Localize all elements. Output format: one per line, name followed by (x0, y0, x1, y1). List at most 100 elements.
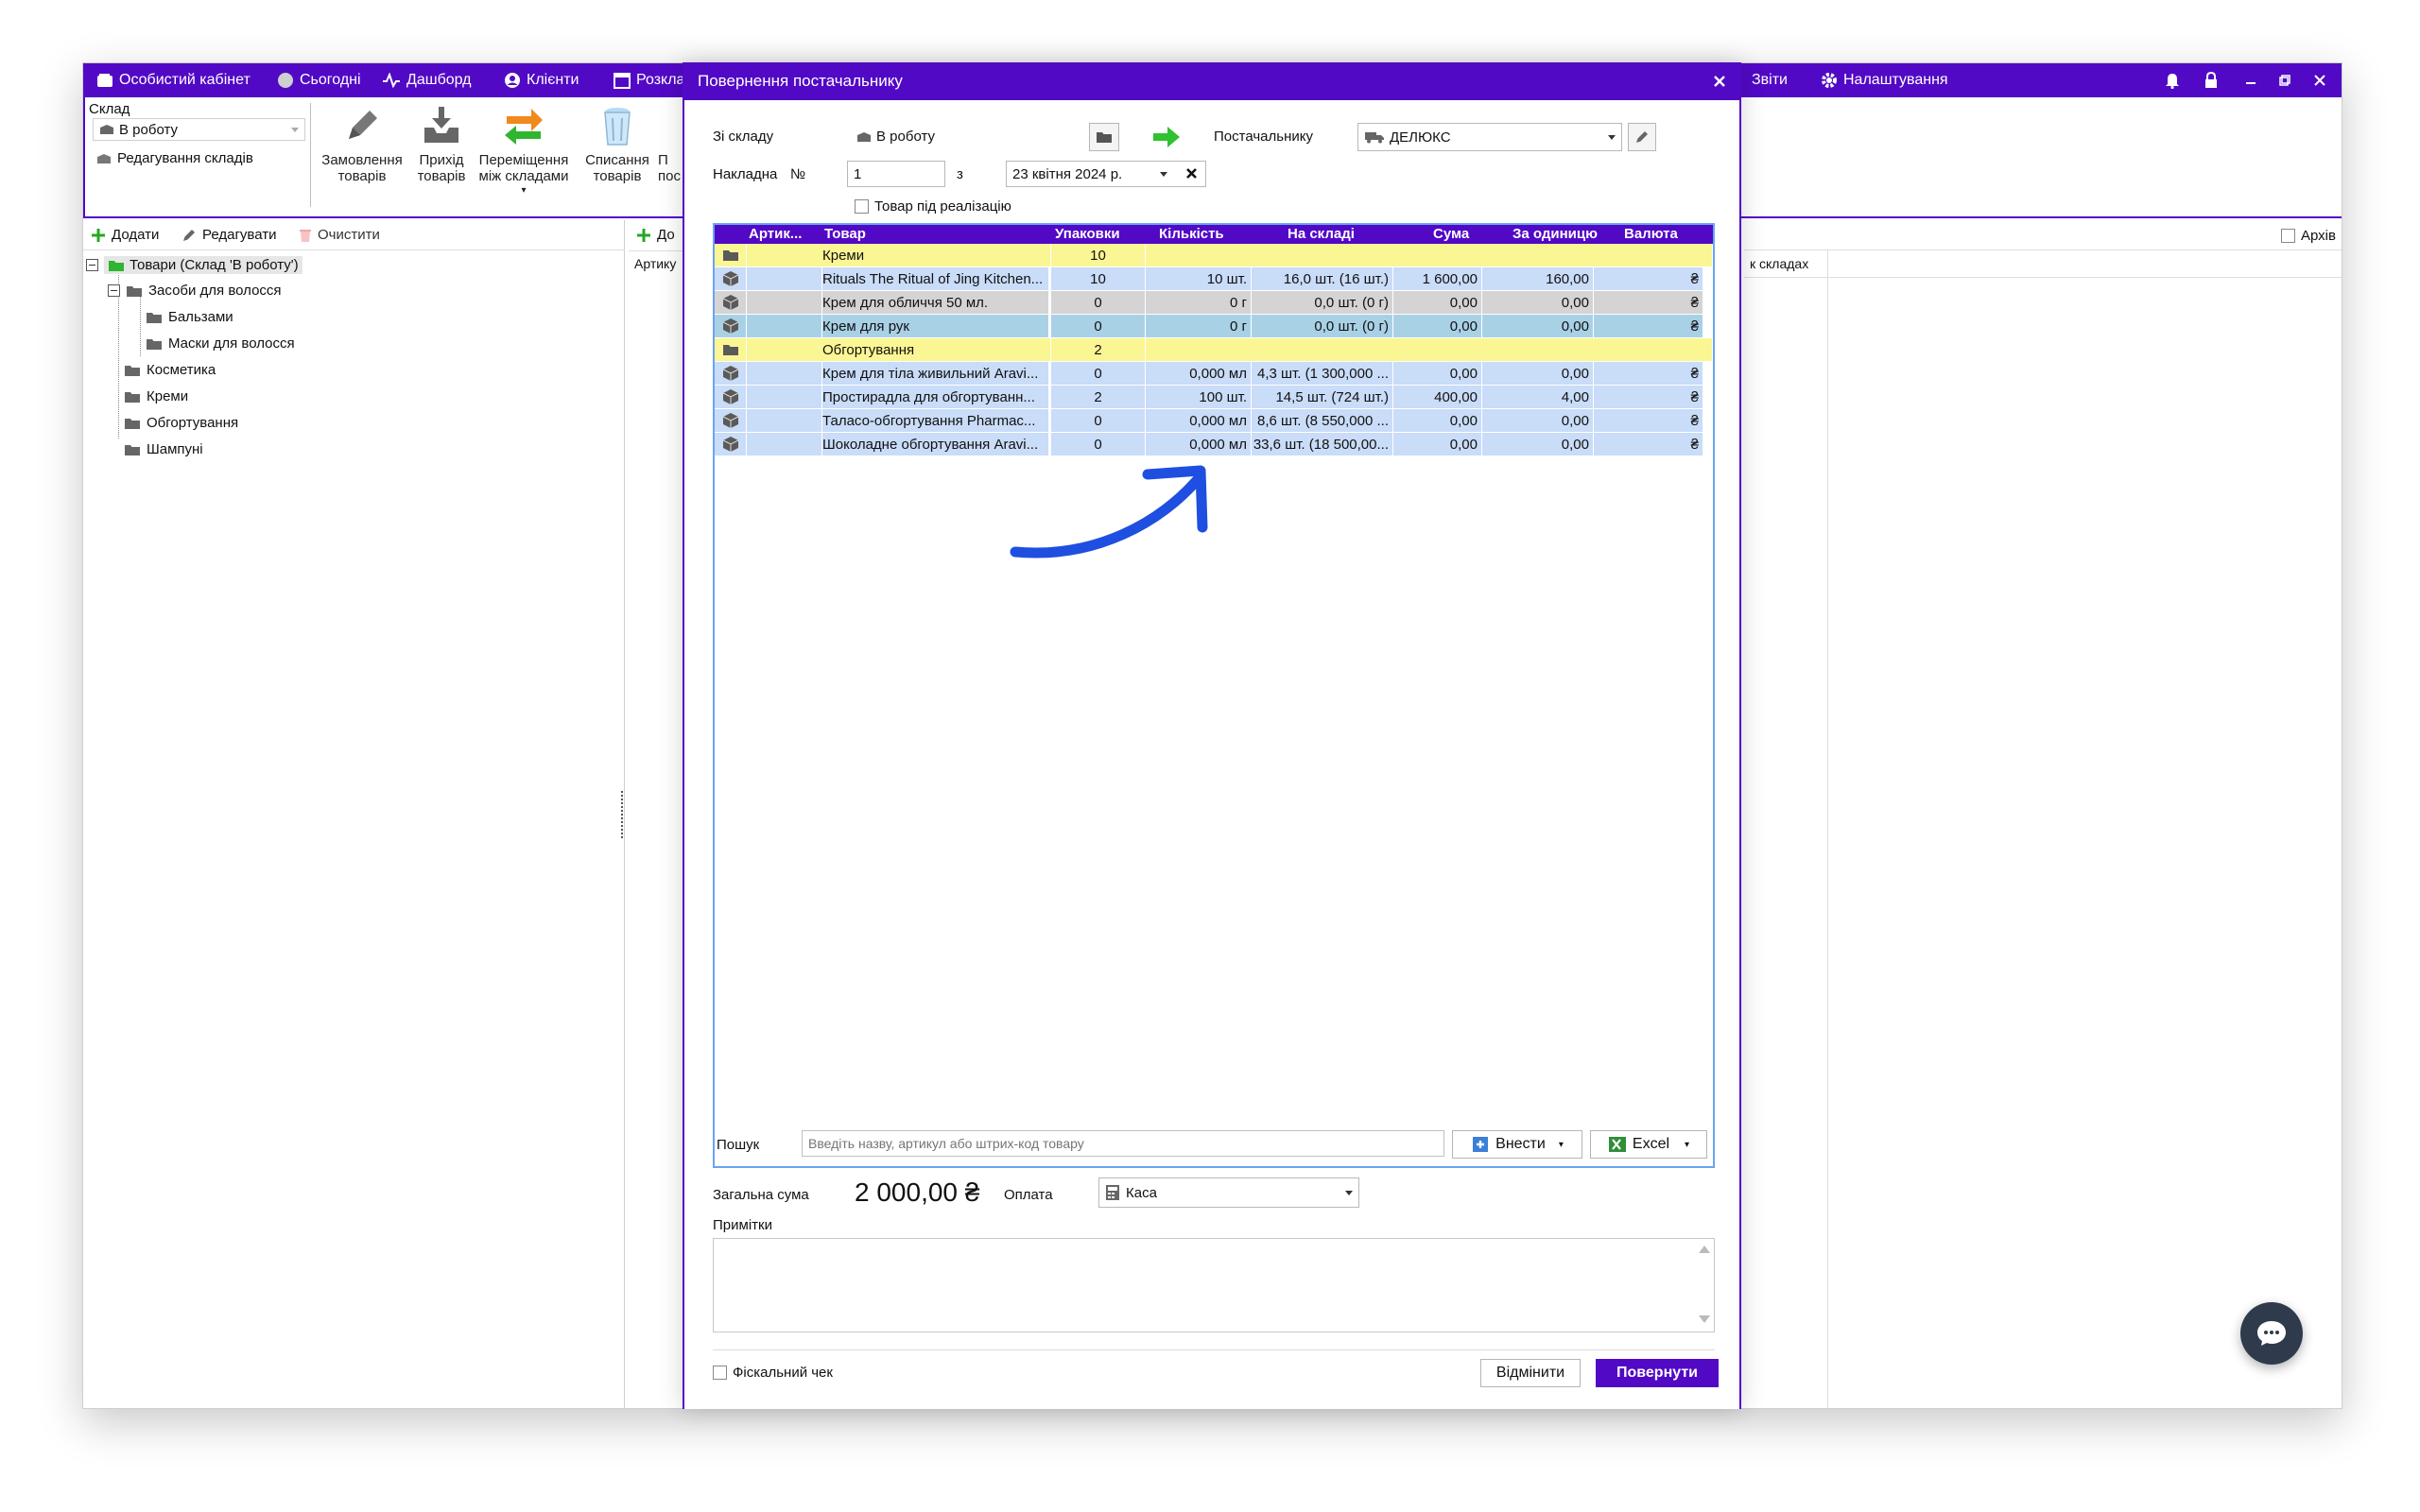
menu-schedule[interactable]: Розкла (614, 63, 684, 97)
menu-reports[interactable]: Звіти (1752, 63, 1788, 97)
cell-in-stock: 33,6 шт. (18 500,00... (1252, 433, 1393, 456)
invoice-date-picker[interactable]: 23 квітня 2024 р. (1006, 161, 1206, 187)
collapse-toggle[interactable] (108, 284, 120, 297)
tree-node-root[interactable]: Товари (Склад 'В роботу') (86, 256, 302, 274)
lock-button[interactable] (2197, 63, 2225, 97)
folder-icon (127, 285, 142, 297)
restore-icon (2279, 75, 2290, 86)
col-in-stock[interactable]: На складі (1288, 225, 1382, 244)
col-currency[interactable]: Валюта (1624, 225, 1700, 244)
clear-button[interactable]: Очистити (299, 227, 380, 243)
chat-button[interactable] (2240, 1302, 2303, 1365)
supplier-select[interactable]: ДЕЛЮКС (1357, 123, 1622, 151)
invoice-number-input[interactable]: 1 (847, 161, 945, 187)
table-row[interactable]: Крем для обличчя 50 мл. 0 0 г 0,0 шт. (0 г)… (715, 291, 1713, 315)
goods-receipt-button[interactable]: Прихід товарів (408, 103, 475, 184)
table-row[interactable]: Rituals The Ritual of Jing Kitchen... 10 1… (715, 267, 1713, 291)
cell-unit-price: 0,00 (1482, 409, 1594, 433)
cell-packs: 0 (1051, 362, 1146, 386)
edit-supplier-button[interactable] (1628, 123, 1656, 151)
menu-personal-cabinet[interactable]: Особистий кабінет (96, 63, 251, 97)
col-sum[interactable]: Сума (1433, 225, 1490, 244)
clear-date-button[interactable] (1185, 167, 1198, 180)
add-product-button[interactable]: До (636, 227, 675, 243)
folder-icon (147, 338, 162, 350)
notes-scrollbar[interactable] (1696, 1240, 1713, 1331)
cell-article (747, 386, 822, 409)
import-button[interactable]: Внести ▾ (1452, 1130, 1582, 1159)
cell-unit-price: 4,00 (1482, 386, 1594, 409)
cell-article (747, 409, 822, 433)
order-goods-button[interactable]: Замовлення товарів (314, 103, 410, 184)
calculator-icon (1106, 1185, 1119, 1200)
menu-settings[interactable]: Налаштування (1821, 63, 1948, 97)
trash-icon (604, 108, 631, 146)
cell-unit-price: 160,00 (1482, 267, 1594, 291)
notes-textarea[interactable] (713, 1238, 1715, 1332)
close-app-button[interactable] (2306, 63, 2334, 97)
write-off-goods-button[interactable]: Списання товарів (575, 103, 660, 184)
panel-splitter[interactable] (621, 791, 625, 838)
col-product[interactable]: Товар (824, 225, 957, 244)
category-row[interactable]: Креми 10 (715, 244, 1713, 267)
row-icon (715, 338, 747, 362)
tree-node-shampoos[interactable]: Шампуні (124, 441, 203, 457)
warehouse-select[interactable]: В роботу (93, 118, 305, 141)
col-packs[interactable]: Упаковки (1055, 225, 1138, 244)
row-icon (715, 291, 747, 315)
transfer-between-warehouses-button[interactable]: Переміщення між складами ▾ (471, 103, 577, 198)
cell-sum: 400,00 (1393, 386, 1482, 409)
box-icon (722, 389, 739, 404)
notifications-button[interactable] (2158, 63, 2187, 97)
tree-node-creams[interactable]: Креми (124, 388, 188, 404)
category-packs: 2 (1051, 338, 1146, 362)
col-quantity[interactable]: Кількість (1159, 225, 1244, 244)
box-icon (722, 318, 739, 334)
return-to-supplier-ribbon-button[interactable]: П пос (658, 103, 681, 184)
cell-unit-price: 0,00 (1482, 315, 1594, 338)
menu-clients[interactable]: Клієнти (504, 63, 579, 97)
col-article[interactable]: Артик... (749, 225, 817, 244)
menu-dashboard[interactable]: Дашборд (382, 63, 472, 97)
return-button[interactable]: Повернути (1596, 1359, 1719, 1387)
tree-node-cosmetics[interactable]: Косметика (124, 362, 216, 378)
close-icon (2314, 75, 2325, 86)
archive-checkbox[interactable]: Архів (2281, 228, 2336, 244)
consignment-checkbox[interactable]: Товар під реалізацію (855, 198, 1011, 215)
menu-today[interactable]: Сьогодні (277, 63, 361, 97)
edit-warehouses-link[interactable]: Редагування складів (96, 150, 253, 166)
collapse-toggle[interactable] (86, 259, 98, 271)
cell-sum: 0,00 (1393, 291, 1482, 315)
add-category-button[interactable]: Додати (91, 227, 159, 243)
category-row[interactable]: Обгортування 2 (715, 338, 1713, 362)
tree-node-hair-masks[interactable]: Маски для волосся (146, 335, 295, 352)
box-icon (722, 437, 739, 452)
restore-button[interactable] (2271, 63, 2299, 97)
fiscal-receipt-checkbox[interactable]: Фіскальний чек (713, 1365, 833, 1381)
edit-category-button[interactable]: Редагувати (182, 227, 277, 243)
excel-button[interactable]: Excel ▾ (1590, 1130, 1707, 1159)
cell-article (747, 315, 822, 338)
tree-node-hair-products[interactable]: Засоби для волосся (108, 283, 282, 299)
minimize-button[interactable] (2237, 63, 2265, 97)
inbox-download-icon (424, 107, 458, 143)
tree-node-wraps[interactable]: Обгортування (124, 415, 238, 431)
col-unit-price[interactable]: За одиницю (1512, 225, 1616, 244)
box-icon (722, 413, 739, 428)
from-warehouse-label: Зі складу (713, 129, 774, 145)
folder-icon (109, 260, 124, 271)
table-row[interactable]: Крем для тіла живильний Aravi... 0 0,000 м… (715, 362, 1713, 386)
tree-node-balms[interactable]: Бальзами (146, 309, 233, 325)
payment-select[interactable]: Каса (1098, 1177, 1359, 1208)
cell-packs: 10 (1051, 267, 1146, 291)
cell-quantity: 10 шт. (1146, 267, 1252, 291)
table-header: Артик... Товар Упаковки Кількість На скл… (715, 225, 1713, 244)
cell-product: Крем для рук (822, 315, 1049, 338)
cancel-button[interactable]: Відмінити (1480, 1359, 1581, 1387)
search-input[interactable] (802, 1130, 1444, 1157)
gear-icon (1822, 73, 1837, 88)
choose-warehouse-button[interactable] (1089, 123, 1119, 151)
cell-packs: 0 (1051, 315, 1146, 338)
table-row[interactable]: Крем для рук 0 0 г 0,0 шт. (0 г) 0,00 0,00 ₴ (715, 315, 1713, 338)
dialog-close-button[interactable] (1713, 75, 1726, 88)
